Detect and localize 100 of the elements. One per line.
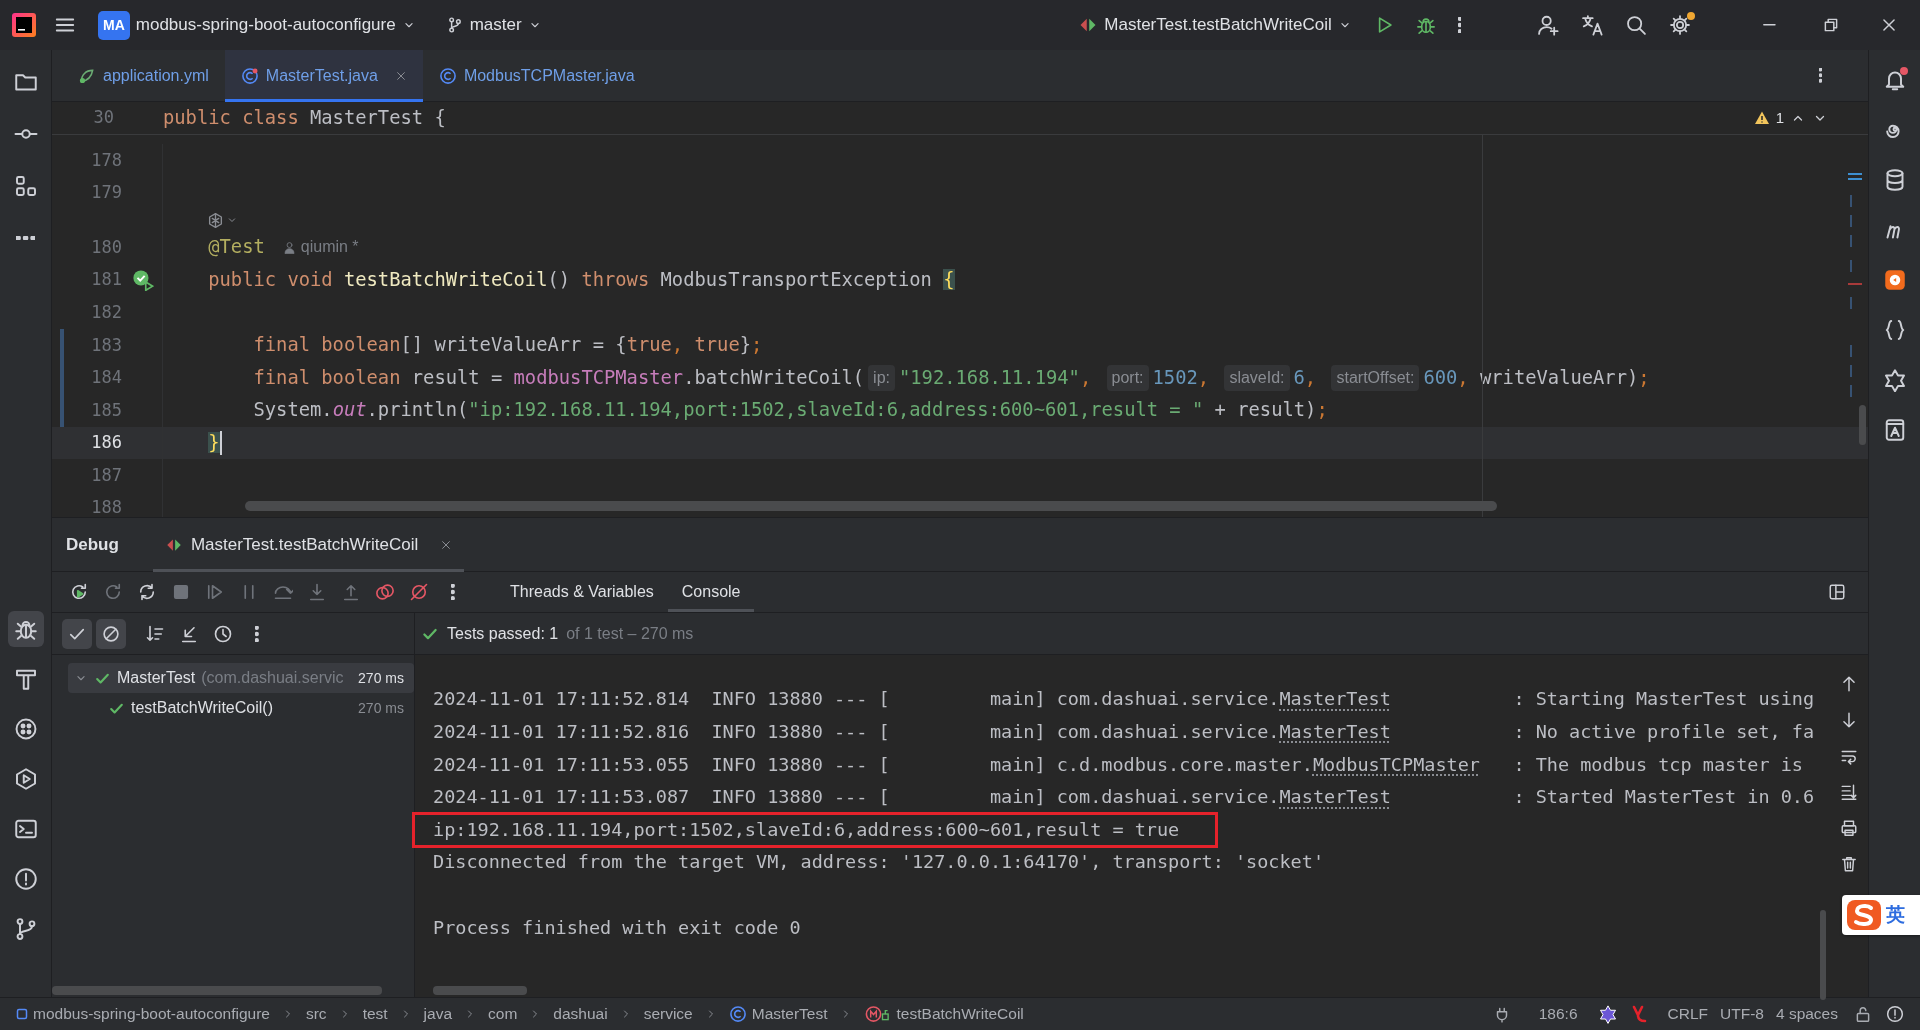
file-encoding[interactable]: UTF-8: [1714, 1002, 1770, 1026]
sort-icon: [145, 623, 165, 644]
run-configuration-selector[interactable]: MasterTest.testBatchWriteCoil: [1074, 10, 1356, 40]
console-link[interactable]: ModbusTCPMaster: [1312, 750, 1480, 779]
add-user-icon: [1537, 14, 1560, 36]
console-text: : Started MasterTest in 0.6: [1512, 785, 1815, 810]
line-number: 30: [92, 106, 114, 130]
console-text: 2024-11-01 17:11:53.087 INFO 13880 --- [ main] com.dashuai.service.: [433, 785, 1280, 810]
editor-tab[interactable]: ModbusTCPMaster.java: [422, 50, 651, 102]
more-icon: [15, 235, 36, 241]
class-icon: [728, 1005, 747, 1023]
view-tab[interactable]: Threads & Variables: [496, 572, 668, 612]
leaf-icon: [78, 67, 96, 85]
line-separator[interactable]: CRLF: [1661, 1002, 1715, 1026]
console-link[interactable]: MasterTest: [1279, 783, 1391, 811]
show-ignored-toggle[interactable]: [96, 618, 126, 649]
trash-icon: [1840, 855, 1858, 873]
breadcrumb-item[interactable]: service: [643, 1002, 693, 1026]
rerun-icon: [103, 582, 123, 602]
warning-icon: [1886, 1005, 1904, 1023]
line-number: 180: [90, 235, 122, 259]
cancel-icon: [101, 623, 121, 644]
rerun-icon: [137, 582, 157, 602]
vertical-scrollbar[interactable]: [1859, 405, 1866, 445]
panel-title: Debug: [66, 533, 119, 556]
star-icon: [1597, 1004, 1618, 1024]
breakpoints-icon: [375, 582, 395, 602]
editor-tab[interactable]: application.yml: [62, 50, 225, 102]
breadcrumb-item[interactable]: testBatchWriteCoil: [863, 1002, 1024, 1026]
more-icon: [255, 625, 259, 642]
breadcrumb-item[interactable]: MasterTest: [728, 1002, 828, 1026]
breadcrumb-item[interactable]: src: [305, 1002, 327, 1026]
code-text: "192.168.11.194",: [899, 365, 1093, 390]
horizontal-scrollbar[interactable]: [245, 501, 1497, 511]
editor-tab[interactable]: MasterTest.java: [224, 50, 423, 102]
branch-selector[interactable]: master: [441, 10, 546, 40]
console-text: 2024-11-01 17:11:52.816 INFO 13880 --- [ main] com.dashuai.service.: [433, 720, 1280, 744]
vertical-scrollbar[interactable]: [1820, 910, 1826, 1000]
tool-window-button[interactable]: [7, 611, 44, 647]
tree-item[interactable]: testBatchWriteCoil() 270 ms: [68, 693, 414, 723]
horizontal-scrollbar[interactable]: [433, 986, 527, 995]
bug-icon: [1415, 15, 1436, 35]
plugin-icon: [1882, 268, 1907, 292]
indent-setting[interactable]: 4 spaces: [1769, 1002, 1844, 1026]
print-icon: [1840, 819, 1858, 837]
test-summary: of 1 test – 270 ms: [566, 623, 694, 644]
code-vision-button[interactable]: [207, 211, 238, 229]
show-passed-toggle[interactable]: [62, 618, 92, 649]
console-text: 2024-11-01 17:11:53.055 INFO 13880 --- [ main] c.d.modbus.core.master.: [433, 752, 1313, 777]
more-icon: [1818, 68, 1822, 83]
translate-icon: [1581, 14, 1604, 36]
line-number: 179: [90, 181, 122, 205]
breadcrumb-item[interactable]: modbus-spring-boot-autoconfigure: [16, 1002, 270, 1026]
arrow-down-icon: [1840, 711, 1858, 729]
caret-position[interactable]: 186:6: [1532, 1002, 1584, 1026]
class-icon: [438, 67, 457, 85]
step-out-icon: [341, 582, 361, 602]
test-passed-icon[interactable]: [132, 269, 154, 292]
close-icon: [1880, 16, 1898, 34]
text-cursor: [219, 431, 222, 456]
session-tab[interactable]: MasterTest.testBatchWriteCoil: [152, 517, 465, 572]
problems-icon: [13, 867, 38, 891]
code-text: System.out.println("ip:192.168.11.194,port:1502,slaveId:6,address:600~601,result = " + result);: [253, 398, 1328, 423]
console-text: : No active profile set, fa: [1512, 720, 1815, 744]
mute-breakpoints-icon: [409, 582, 429, 602]
breadcrumb-item[interactable]: test: [362, 1002, 388, 1026]
view-tab[interactable]: Console: [667, 572, 755, 612]
tree-item[interactable]: MasterTest (com.dashuai.servic 270 ms: [68, 663, 414, 693]
console-line: Process finished with exit code 0: [433, 915, 801, 940]
app-logo-icon: [12, 13, 36, 37]
code-text: 600, writeValueArr);: [1423, 365, 1650, 390]
sogou-logo-icon: [1846, 899, 1882, 931]
code-text: }: [208, 430, 220, 455]
parameter-hint: startOffset:: [1331, 364, 1420, 391]
breadcrumb-item[interactable]: dashuai: [553, 1002, 608, 1026]
breadcrumb-item[interactable]: java: [423, 1002, 453, 1026]
input-method-bar[interactable]: 英: [1842, 895, 1920, 935]
project-selector[interactable]: MA modbus-spring-boot-autoconfigure: [94, 8, 420, 42]
test-name: MasterTest: [117, 668, 196, 688]
star-icon: [1882, 368, 1907, 392]
more-icon: [451, 584, 455, 600]
rerun-icon: [69, 582, 89, 602]
console-link[interactable]: MasterTest: [1279, 718, 1391, 746]
line-number: 186: [90, 431, 122, 455]
console-line: ip:192.168.11.194,port:1502,slaveId:6,address:600~601,result = true: [433, 817, 1180, 842]
console-text: 2024-11-01 17:11:52.814 INFO 13880 --- [ main] com.dashuai.service.: [433, 687, 1280, 712]
console-text: : Starting MasterTest using: [1512, 687, 1815, 712]
console-link[interactable]: MasterTest: [1279, 685, 1391, 714]
code-text: 1502,: [1152, 365, 1211, 390]
line-number: 181: [90, 268, 122, 292]
arrow-up-icon: [1840, 675, 1858, 693]
scroll-to-end-icon: [1840, 783, 1858, 801]
line-number: 187: [90, 463, 122, 487]
class-icon: [240, 67, 259, 85]
horizontal-scrollbar[interactable]: [52, 986, 382, 995]
breadcrumb-item[interactable]: com: [488, 1002, 518, 1026]
parameter-hint: port:: [1106, 364, 1149, 391]
close-icon: [440, 538, 453, 551]
settings-icon: [1669, 14, 1692, 36]
run-icon: [13, 767, 38, 791]
